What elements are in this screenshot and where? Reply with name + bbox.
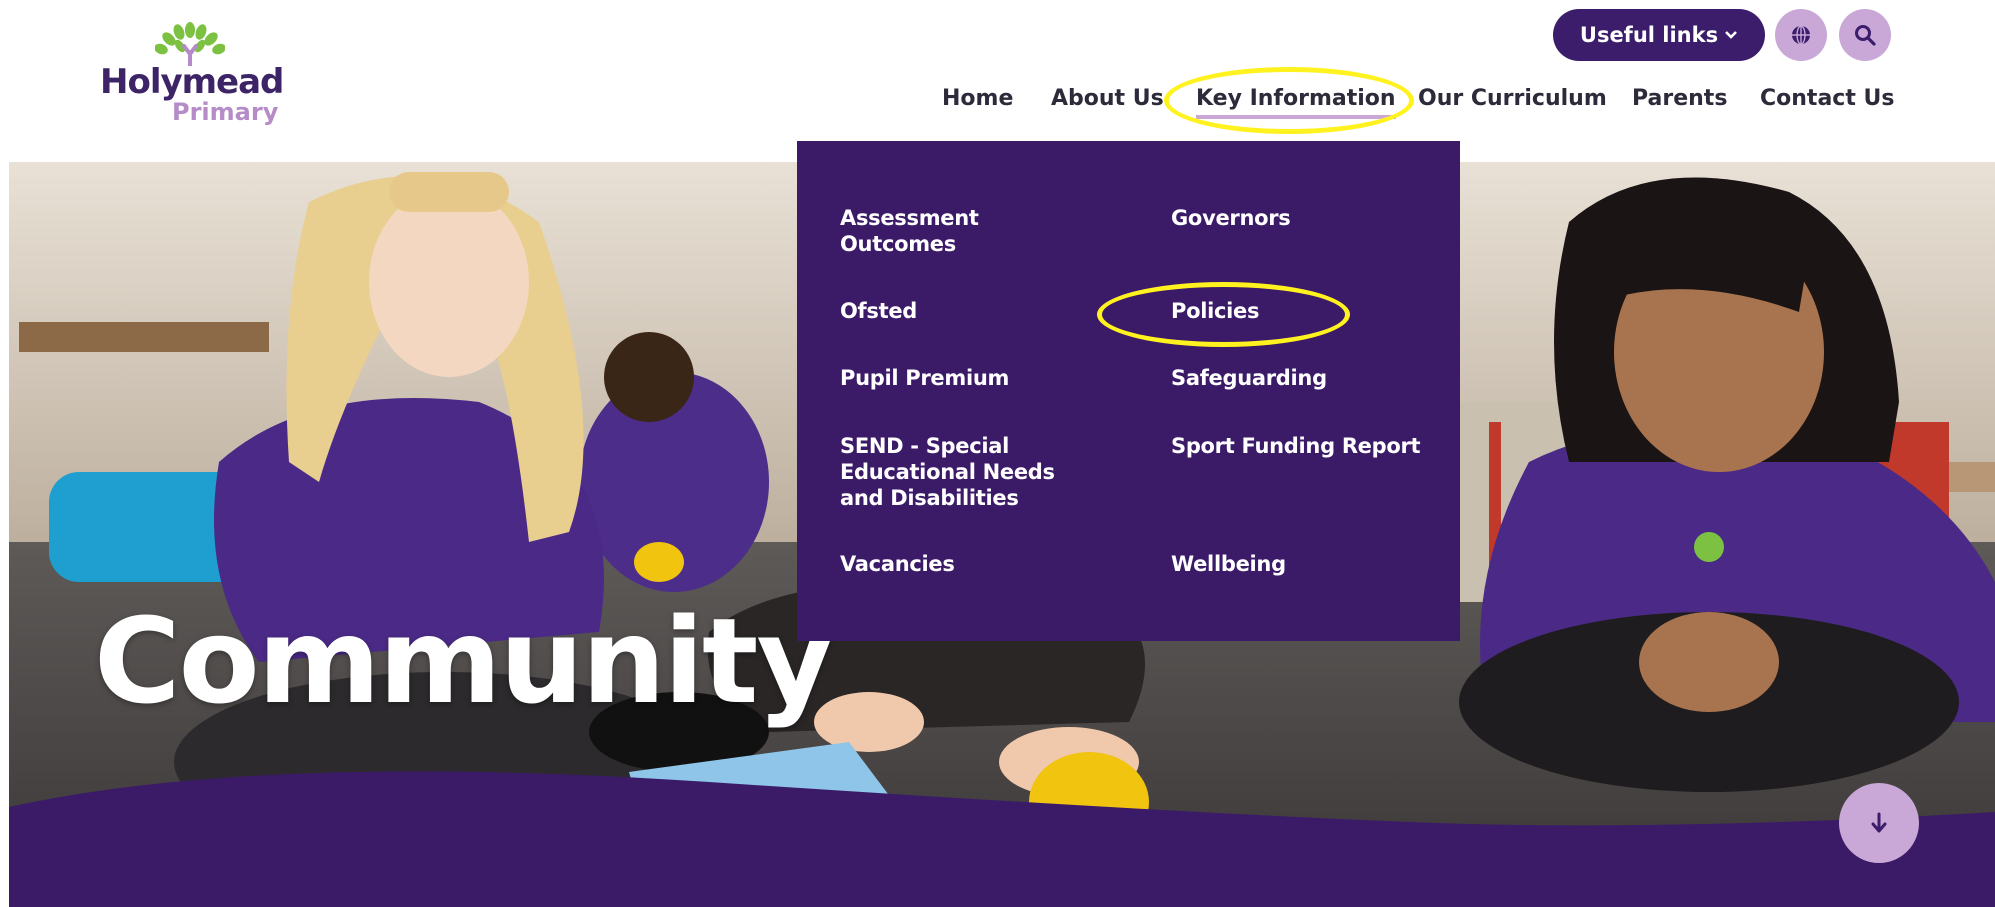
nav-home[interactable]: Home <box>942 86 1013 111</box>
useful-links-label: Useful links <box>1579 23 1719 47</box>
search-icon <box>1855 25 1876 46</box>
hero-title: Community <box>94 592 833 730</box>
menu-item-assessment-outcomes[interactable]: Assessment Outcomes <box>840 205 1090 257</box>
menu-item-policies[interactable]: Policies <box>1171 298 1451 324</box>
nav-parents[interactable]: Parents <box>1632 86 1727 111</box>
menu-item-vacancies[interactable]: Vacancies <box>840 551 1090 577</box>
logo-subtitle: Primary <box>172 98 279 126</box>
site-header: Holymead Primary Useful links Home About… <box>0 0 1995 162</box>
language-button[interactable] <box>1775 9 1827 61</box>
nav-key-information[interactable]: Key Information <box>1196 86 1396 119</box>
menu-item-ofsted[interactable]: Ofsted <box>840 298 1090 324</box>
nav-our-curriculum[interactable]: Our Curriculum <box>1418 86 1607 111</box>
useful-links-button[interactable]: Useful links <box>1553 9 1765 61</box>
menu-item-safeguarding[interactable]: Safeguarding <box>1171 365 1451 391</box>
logo-name: Holymead <box>100 62 284 102</box>
chevron-down-icon <box>1725 31 1738 39</box>
key-information-dropdown: Assessment Outcomes Ofsted Pupil Premium… <box>797 141 1460 641</box>
menu-item-pupil-premium[interactable]: Pupil Premium <box>840 365 1090 391</box>
scroll-down-button[interactable] <box>1839 783 1919 863</box>
menu-item-sport-funding-report[interactable]: Sport Funding Report <box>1171 433 1451 459</box>
nav-about-us[interactable]: About Us <box>1051 86 1164 111</box>
globe-icon <box>1792 25 1810 45</box>
arrow-down-icon <box>1871 812 1887 833</box>
search-button[interactable] <box>1839 9 1891 61</box>
nav-contact-us[interactable]: Contact Us <box>1760 86 1894 111</box>
menu-item-wellbeing[interactable]: Wellbeing <box>1171 551 1451 577</box>
menu-item-send[interactable]: SEND - Special Educational Needs and Dis… <box>840 433 1090 511</box>
school-logo[interactable]: Holymead Primary <box>100 22 284 127</box>
tree-logo-icon <box>155 22 225 66</box>
menu-item-governors[interactable]: Governors <box>1171 205 1451 231</box>
